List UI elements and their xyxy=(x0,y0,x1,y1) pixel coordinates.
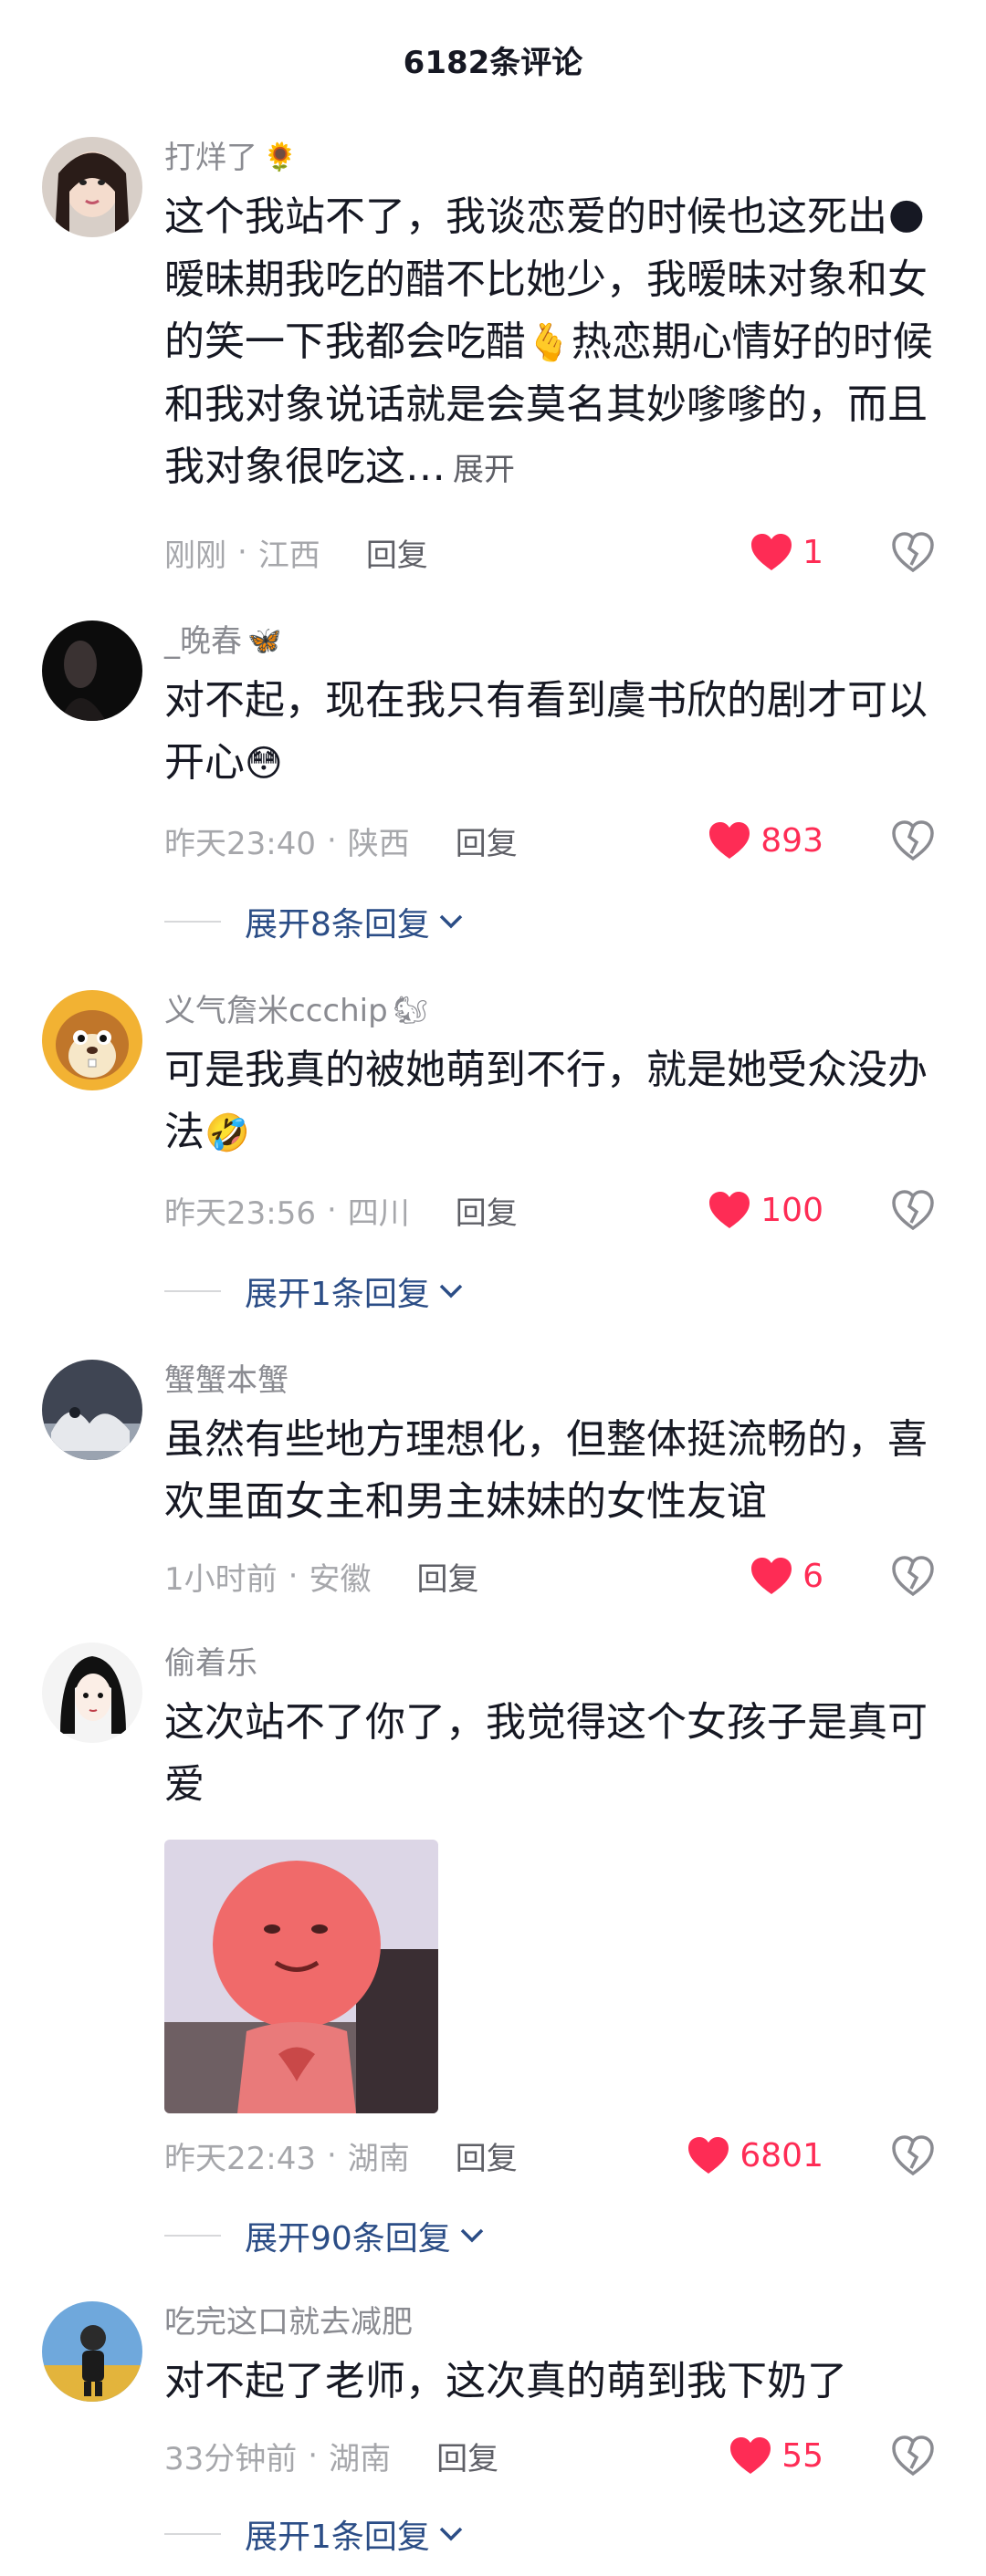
avatar[interactable] xyxy=(42,621,142,721)
comment-location: 江西 xyxy=(257,537,320,574)
username[interactable]: _晚春 🦋 xyxy=(164,621,949,662)
comment-time: 1小时前 xyxy=(164,1560,278,1598)
chevron-down-icon xyxy=(439,1284,463,1298)
comment-text[interactable]: 虽然有些地方理想化，但整体挺流畅的，喜欢里面女主和男主妹妹的女性友谊 xyxy=(164,1409,949,1533)
comment-meta: 昨天23:56 · 四川 回复 100 xyxy=(164,1184,949,1236)
reply-button[interactable]: 回复 xyxy=(456,1188,518,1233)
expand-replies-button[interactable]: 展开90条回复 xyxy=(164,2213,486,2258)
chevron-down-icon xyxy=(439,914,463,929)
comment-count-title: 6182条评论 xyxy=(403,44,583,81)
reply-button[interactable]: 回复 xyxy=(436,2434,498,2478)
reply-button[interactable]: 回复 xyxy=(366,530,428,575)
avatar[interactable] xyxy=(42,1643,142,1743)
like-button[interactable]: 6801 xyxy=(687,2130,823,2181)
expand-replies-button[interactable]: 展开1条回复 xyxy=(164,2511,465,2557)
like-count: 55 xyxy=(781,2436,823,2475)
broken-heart-icon[interactable] xyxy=(891,530,935,574)
username-emoji: 🦋 xyxy=(247,625,282,657)
comment-location: 陕西 xyxy=(347,825,410,862)
username[interactable]: 义气詹米ccchip 🐿 xyxy=(164,990,949,1032)
broken-heart-icon[interactable] xyxy=(891,1188,935,1232)
comment-time: 昨天23:40 xyxy=(164,825,316,862)
heart-icon xyxy=(688,2137,729,2174)
username-emoji: 🌻 xyxy=(263,141,298,173)
heart-icon xyxy=(709,1192,750,1228)
comment-location: 安徽 xyxy=(309,1560,372,1598)
like-count: 6 xyxy=(802,1557,823,1595)
broken-heart-icon[interactable] xyxy=(891,2434,935,2477)
username[interactable]: 偷着乐 xyxy=(164,1643,949,1684)
broken-heart-icon[interactable] xyxy=(891,2133,935,2177)
comment-location: 湖南 xyxy=(329,2440,392,2477)
chevron-down-icon xyxy=(460,2228,484,2243)
comment-time: 刚刚 xyxy=(164,537,226,574)
broken-heart-icon[interactable] xyxy=(891,1554,935,1598)
comment-text[interactable]: 可是我真的被她萌到不行，就是她受众没办法🤣 xyxy=(164,1039,949,1164)
username[interactable]: 打烊了 🌻 xyxy=(164,137,949,179)
like-button[interactable]: 100 xyxy=(708,1184,823,1236)
avatar[interactable] xyxy=(42,990,142,1090)
like-button[interactable]: 6 xyxy=(750,1550,823,1601)
heart-icon xyxy=(751,1558,792,1594)
username[interactable]: 蟹蟹本蟹 xyxy=(164,1360,949,1402)
comments-header: 6182条评论 xyxy=(0,0,986,119)
reply-button[interactable]: 回复 xyxy=(416,1554,478,1599)
heart-icon xyxy=(709,822,750,859)
comment-text[interactable]: 这次站不了你了，我觉得这个女孩子是真可爱 xyxy=(164,1692,949,1816)
username-emoji: 🐿 xyxy=(393,995,428,1027)
reply-button[interactable]: 回复 xyxy=(456,819,518,863)
comments-panel: 6182条评论 打烊了 🌻 这个我站不了，我谈恋爱的时候也这死出🌑暧昧期我吃的醋… xyxy=(0,0,986,2576)
comment-meta: 刚刚 · 江西 回复 1 xyxy=(164,527,949,578)
comment-time: 昨天22:43 xyxy=(164,2140,316,2177)
broken-heart-icon[interactable] xyxy=(891,819,935,862)
expand-replies-button[interactable]: 展开1条回复 xyxy=(164,1268,465,1314)
avatar[interactable] xyxy=(42,137,142,237)
like-count: 893 xyxy=(760,821,823,860)
comment-text[interactable]: 对不起了老师，这次真的萌到我下奶了 xyxy=(164,2351,949,2413)
avatar[interactable] xyxy=(42,2301,142,2402)
like-button[interactable]: 1 xyxy=(750,527,823,578)
heart-icon xyxy=(751,534,792,570)
like-count: 100 xyxy=(760,1191,823,1229)
comment-text[interactable]: 这个我站不了，我谈恋爱的时候也这死出🌑暧昧期我吃的醋不比她少，我暧昧对象和女的笑… xyxy=(164,186,949,501)
sticker-image[interactable] xyxy=(164,1840,438,2113)
expand-replies-button[interactable]: 展开8条回复 xyxy=(164,899,465,944)
avatar[interactable] xyxy=(42,1360,142,1460)
comment-meta: 33分钟前 · 湖南 回复 55 xyxy=(164,2430,949,2481)
comment-location: 四川 xyxy=(347,1194,410,1232)
comment-time: 33分钟前 xyxy=(164,2440,298,2477)
username[interactable]: 吃完这口就去减肥 xyxy=(164,2301,949,2343)
comment-meta: 1小时前 · 安徽 回复 6 xyxy=(164,1550,949,1601)
comment-meta: 昨天22:43 · 湖南 回复 6801 xyxy=(164,2130,949,2181)
reply-button[interactable]: 回复 xyxy=(456,2133,518,2178)
comment-time: 昨天23:56 xyxy=(164,1194,316,1232)
like-count: 1 xyxy=(802,533,823,571)
comment-location: 湖南 xyxy=(347,2140,410,2177)
comment-text[interactable]: 对不起，现在我只有看到虞书欣的剧才可以开心😳 xyxy=(164,670,949,795)
expand-text-link[interactable]: 展开 xyxy=(453,452,515,488)
heart-icon xyxy=(730,2437,771,2474)
like-button[interactable]: 55 xyxy=(729,2430,823,2481)
like-count: 6801 xyxy=(740,2136,823,2174)
comment-meta: 昨天23:40 · 陕西 回复 893 xyxy=(164,815,949,866)
chevron-down-icon xyxy=(439,2527,463,2541)
like-button[interactable]: 893 xyxy=(708,815,823,866)
